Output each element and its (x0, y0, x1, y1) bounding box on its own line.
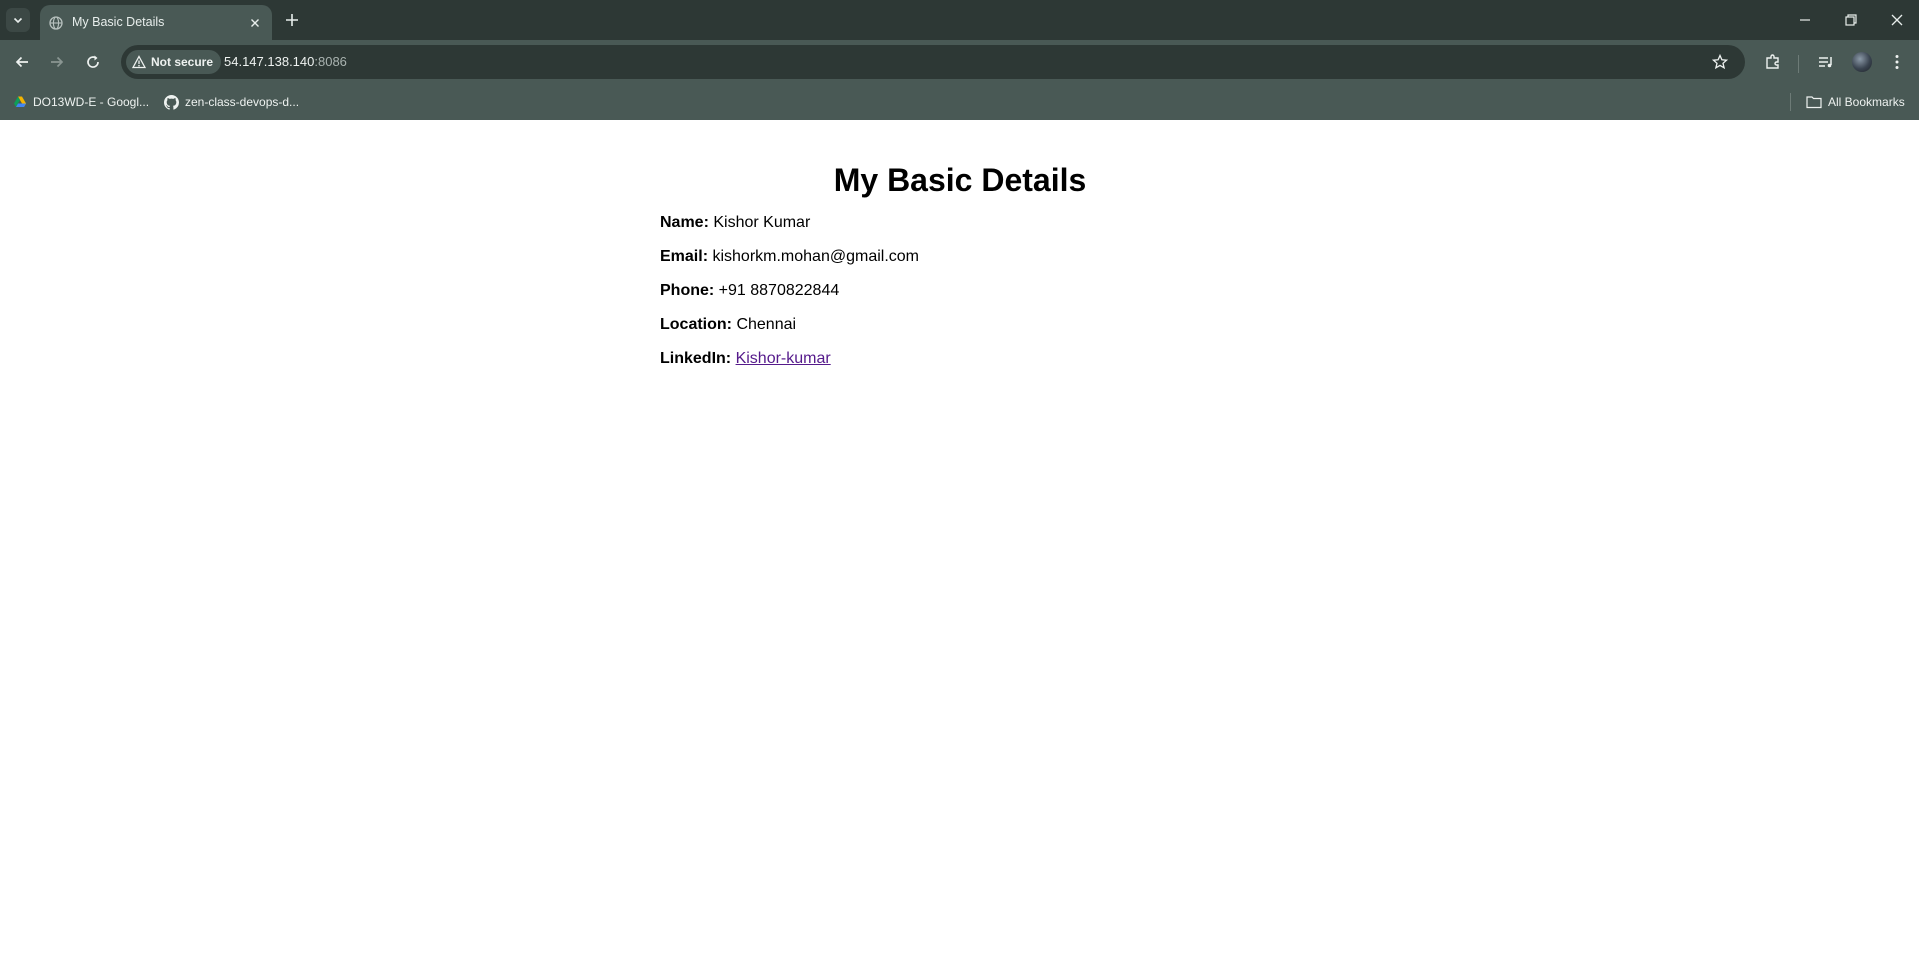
detail-label: Location: (660, 316, 732, 333)
media-controls-icon[interactable] (1817, 53, 1835, 71)
detail-label: Name: (660, 214, 709, 231)
detail-value: +91 8870822844 (718, 282, 840, 299)
page-title: My Basic Details (833, 162, 1087, 198)
bookmarks-bar: DO13WD-E - Googl... zen-class-devops-d..… (0, 84, 1919, 120)
address-bar[interactable]: Not secure 54.147.138.140:8086 (121, 45, 1745, 79)
detail-row-location: Location: Chennai (660, 315, 1260, 335)
detail-label: LinkedIn: (660, 350, 732, 367)
chevron-down-icon (13, 17, 23, 24)
github-icon (164, 94, 179, 110)
tab-search-button[interactable] (6, 8, 30, 32)
restore-icon[interactable] (1843, 12, 1859, 28)
profile-avatar[interactable] (1852, 52, 1872, 72)
globe-icon (49, 16, 63, 30)
close-tab-icon[interactable] (248, 16, 262, 30)
active-tab[interactable]: My Basic Details (40, 5, 272, 40)
all-bookmarks-button[interactable]: All Bookmarks (1806, 92, 1905, 112)
detail-row-linkedin: LinkedIn: Kishor-kumar (660, 349, 1260, 369)
forward-icon[interactable] (48, 53, 66, 71)
tab-strip: My Basic Details (0, 0, 1919, 40)
bookmark-item[interactable]: DO13WD-E - Googl... (13, 92, 149, 112)
url-text[interactable]: 54.147.138.140:8086 (224, 54, 347, 69)
bookmark-item[interactable]: zen-class-devops-d... (164, 92, 299, 112)
bookmarks-divider (1790, 93, 1791, 111)
detail-label: Phone: (660, 282, 715, 299)
extensions-icon[interactable] (1764, 53, 1782, 71)
detail-value: kishorkm.mohan@gmail.com (712, 248, 919, 265)
details-container: My Basic Details Name: Kishor Kumar Emai… (660, 160, 1260, 369)
detail-value: Chennai (736, 316, 797, 333)
detail-label: Email: (660, 248, 709, 265)
page-viewport: My Basic Details Name: Kishor Kumar Emai… (0, 120, 1919, 959)
bookmark-label: zen-class-devops-d... (185, 95, 300, 109)
detail-value: Kishor Kumar (713, 214, 811, 231)
security-label: Not secure (151, 55, 214, 69)
browser-toolbar: Not secure 54.147.138.140:8086 (0, 40, 1919, 84)
bookmark-star-icon[interactable] (1712, 54, 1728, 70)
url-port: :8086 (314, 54, 347, 69)
detail-row-name: Name: Kishor Kumar (660, 213, 1260, 233)
folder-icon (1806, 96, 1822, 109)
bookmark-label: DO13WD-E - Googl... (33, 95, 150, 109)
linkedin-link[interactable]: Kishor-kumar (736, 350, 831, 367)
url-host: 54.147.138.140 (224, 54, 315, 69)
back-icon[interactable] (13, 53, 31, 71)
all-bookmarks-label: All Bookmarks (1828, 95, 1905, 109)
detail-row-email: Email: kishorkm.mohan@gmail.com (660, 247, 1260, 267)
new-tab-icon[interactable] (283, 11, 301, 29)
google-drive-icon (14, 96, 26, 107)
reload-icon[interactable] (84, 53, 102, 71)
menu-icon[interactable] (1888, 53, 1906, 71)
close-window-icon[interactable] (1889, 12, 1905, 28)
security-chip[interactable]: Not secure (126, 50, 222, 74)
warning-icon (132, 55, 146, 69)
toolbar-divider (1798, 55, 1799, 73)
tab-title: My Basic Details (72, 15, 165, 29)
minimize-icon[interactable] (1797, 12, 1813, 28)
detail-row-phone: Phone: +91 8870822844 (660, 281, 1260, 301)
